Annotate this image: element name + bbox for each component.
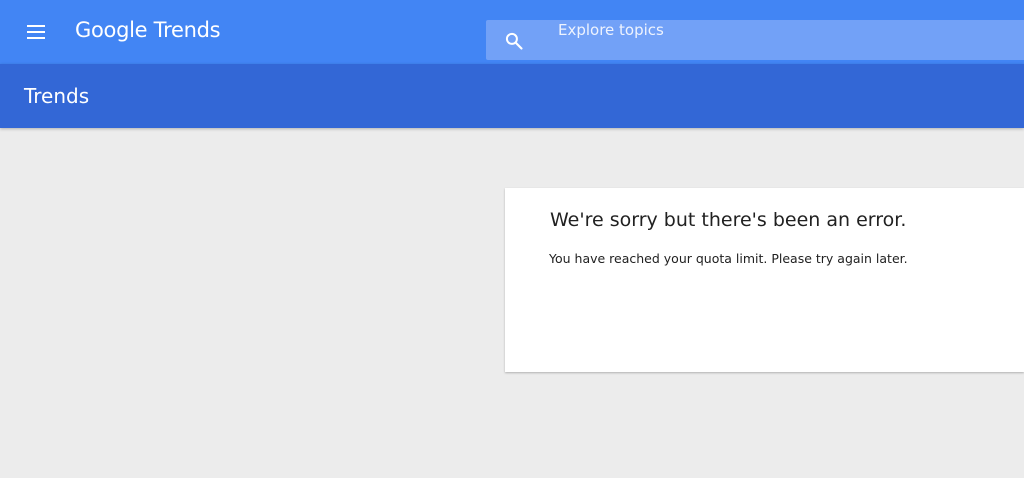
- search-input[interactable]: [558, 20, 998, 40]
- search-icon[interactable]: [504, 31, 524, 51]
- error-title: We're sorry but there's been an error.: [550, 209, 907, 231]
- page-header: Trends: [0, 64, 1024, 128]
- hamburger-menu-icon[interactable]: [20, 16, 52, 48]
- page-title: Trends: [24, 84, 90, 108]
- error-card: We're sorry but there's been an error. Y…: [505, 188, 1024, 372]
- search-bar[interactable]: [486, 20, 1024, 60]
- top-app-bar: Google Trends: [0, 0, 1024, 64]
- error-message: You have reached your quota limit. Pleas…: [549, 251, 908, 266]
- google-trends-logo[interactable]: Google Trends: [75, 18, 221, 46]
